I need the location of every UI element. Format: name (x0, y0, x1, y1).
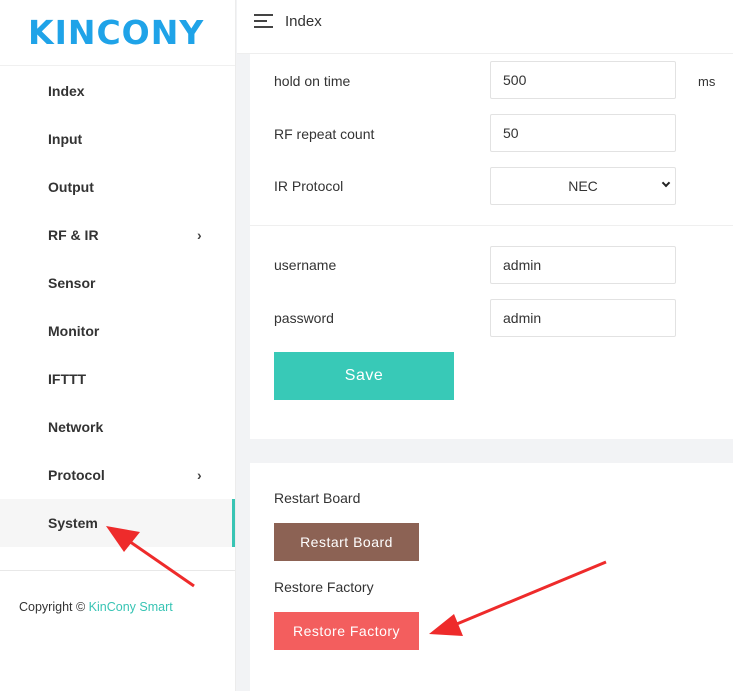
ir-protocol-label: IR Protocol (274, 178, 344, 194)
rf-repeat-count-label: RF repeat count (274, 126, 375, 142)
sidebar-nav: Index Input Output RF & IR › Sensor Moni… (0, 66, 235, 547)
sidebar-item-sensor[interactable]: Sensor (0, 259, 235, 307)
sidebar-item-rf-ir[interactable]: RF & IR › (0, 211, 235, 259)
top-header: Index (237, 0, 733, 54)
sidebar-item-label: Sensor (48, 275, 96, 291)
sidebar-item-protocol[interactable]: Protocol › (0, 451, 235, 499)
sidebar-item-label: Input (48, 131, 83, 147)
logo-text: KINCONY (28, 13, 205, 52)
sidebar-item-label: RF & IR (48, 227, 99, 243)
settings-card: hold on time ms RF repeat count IR Proto… (250, 54, 733, 439)
copyright-prefix: Copyright © (19, 600, 86, 614)
chevron-down-icon (661, 178, 671, 188)
section-divider (250, 225, 733, 226)
sidebar-item-label: Output (48, 179, 94, 195)
sidebar-item-network[interactable]: Network (0, 403, 235, 451)
sidebar-item-ifttt[interactable]: IFTTT (0, 355, 235, 403)
ir-protocol-selected: NEC (568, 178, 598, 194)
hold-on-time-unit: ms (698, 74, 716, 89)
sidebar-item-index[interactable]: Index (0, 67, 235, 115)
save-button[interactable]: Save (274, 352, 454, 400)
copyright: Copyright © KinCony Smart (19, 600, 173, 614)
system-card: Restart Board Restart Board Restore Fact… (250, 463, 733, 691)
sidebar-item-input[interactable]: Input (0, 115, 235, 163)
ir-protocol-select[interactable]: NEC (490, 167, 676, 205)
sidebar-item-label: Protocol (48, 467, 105, 483)
sidebar-item-label: Monitor (48, 323, 100, 339)
sidebar-divider (0, 570, 235, 571)
hold-on-time-input[interactable] (490, 61, 676, 99)
restore-factory-button[interactable]: Restore Factory (274, 612, 419, 650)
chevron-right-icon: › (197, 227, 202, 243)
username-input[interactable] (490, 246, 676, 284)
username-label: username (274, 257, 337, 273)
sidebar: KINCONY Index Input Output RF & IR › Sen… (0, 0, 236, 691)
sidebar-item-monitor[interactable]: Monitor (0, 307, 235, 355)
sidebar-item-label: IFTTT (48, 371, 87, 387)
copyright-brand-link[interactable]: KinCony Smart (89, 600, 173, 614)
sidebar-item-output[interactable]: Output (0, 163, 235, 211)
logo[interactable]: KINCONY (0, 0, 235, 66)
restore-factory-title: Restore Factory (274, 579, 374, 595)
sidebar-item-label: Network (48, 419, 104, 435)
sidebar-item-label: System (48, 515, 98, 531)
menu-icon[interactable] (254, 14, 273, 28)
sidebar-item-label: Index (48, 83, 85, 99)
restart-board-button[interactable]: Restart Board (274, 523, 419, 561)
sidebar-item-system[interactable]: System (0, 499, 235, 547)
hold-on-time-label: hold on time (274, 73, 351, 89)
chevron-right-icon: › (197, 467, 202, 483)
password-label: password (274, 310, 334, 326)
header-title: Index (285, 13, 322, 30)
password-input[interactable] (490, 299, 676, 337)
restart-board-title: Restart Board (274, 490, 361, 506)
rf-repeat-count-input[interactable] (490, 114, 676, 152)
